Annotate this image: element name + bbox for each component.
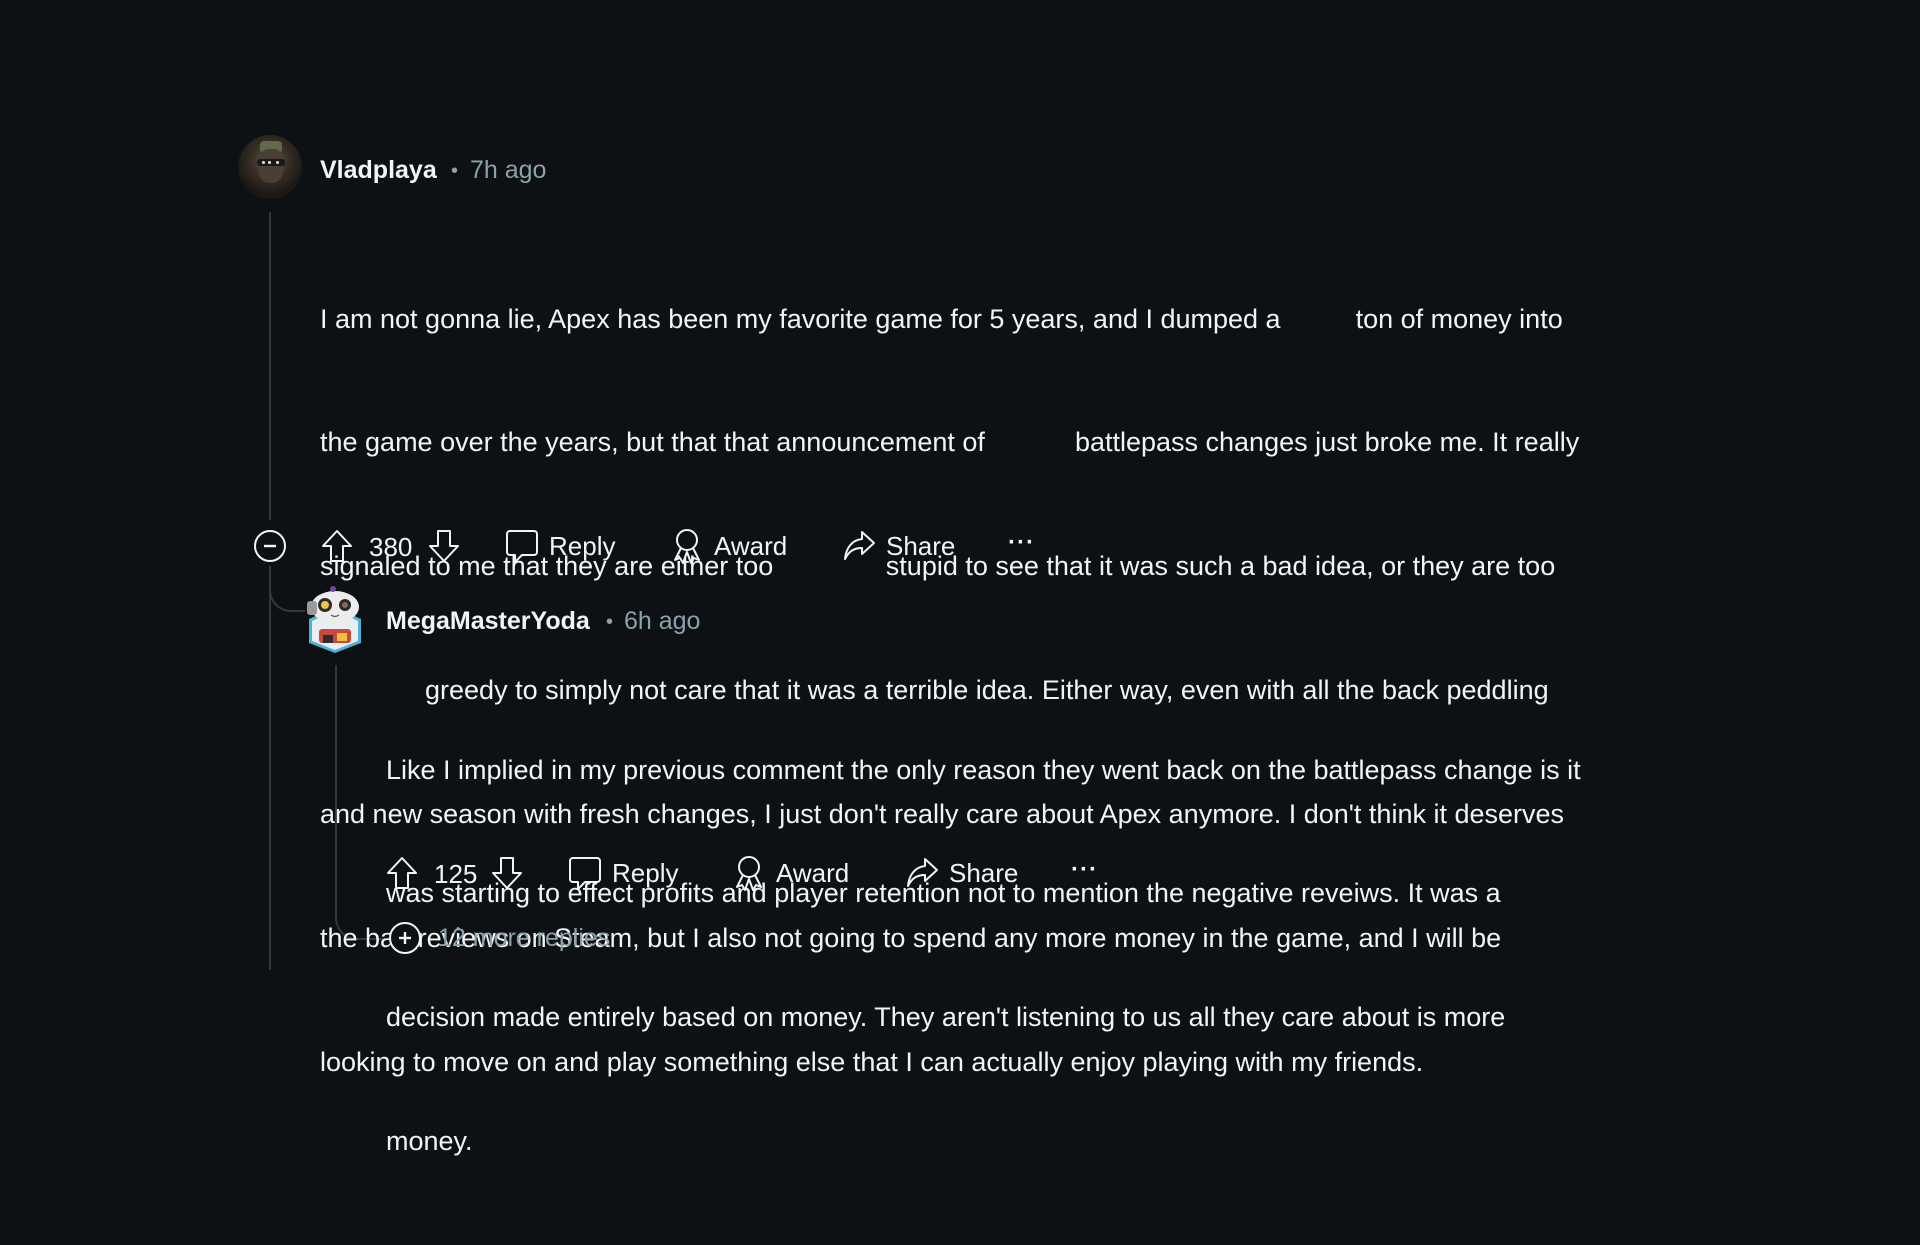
minus-circle-icon (254, 530, 286, 562)
comment-body-line: I am not gonna lie, Apex has been my fav… (320, 303, 1563, 334)
award-button[interactable]: Award (670, 526, 787, 566)
award-label: Award (714, 530, 788, 561)
comment-body-line: the game over the years, but that that a… (320, 427, 1580, 458)
upvote-button[interactable] (320, 528, 354, 564)
user-avatar-icon[interactable] (238, 135, 302, 199)
reply-button[interactable]: Reply (505, 526, 615, 566)
downvote-arrow-icon (492, 857, 522, 889)
comment-body-line: Like I implied in my previous comment th… (386, 754, 1581, 785)
award-label: Award (776, 857, 850, 888)
share-arrow-icon (907, 858, 938, 887)
share-button[interactable]: Share (905, 853, 1018, 893)
expand-replies-button[interactable] (388, 921, 422, 955)
meta-separator: • (606, 611, 614, 633)
award-button[interactable]: Award (732, 853, 849, 893)
downvote-button[interactable] (490, 855, 524, 891)
upvote-arrow-icon (387, 857, 417, 889)
reply-bubble-icon (569, 857, 601, 890)
share-label: Share (886, 530, 956, 561)
thread-line-main[interactable] (269, 212, 271, 520)
reply-button[interactable]: Reply (568, 853, 678, 893)
comment-timestamp[interactable]: 6h ago (624, 607, 700, 636)
plus-circle-icon (389, 922, 421, 954)
reply-bubble-icon (506, 530, 538, 563)
comment-author[interactable]: Vladplaya (320, 156, 437, 185)
meta-separator: • (451, 160, 459, 182)
award-icon (674, 529, 700, 564)
comment-timestamp[interactable]: 7h ago (470, 156, 546, 185)
vote-count: 125 (434, 859, 478, 889)
comment-body-line: money. (386, 1126, 473, 1157)
more-options-button[interactable]: ··· (1071, 856, 1098, 884)
more-replies-link[interactable]: 12 more replies (438, 924, 610, 953)
share-arrow-icon (844, 531, 875, 560)
share-button[interactable]: Share (842, 526, 955, 566)
collapse-button[interactable] (253, 529, 287, 563)
thread-connector-reply (269, 566, 305, 612)
upvote-button[interactable] (385, 855, 419, 891)
downvote-arrow-icon (429, 530, 459, 562)
reply-label: Reply (549, 530, 616, 561)
share-label: Share (949, 857, 1019, 888)
thread-line-main-lower[interactable] (269, 568, 271, 970)
more-options-button[interactable]: ··· (1008, 529, 1035, 557)
comment-body-line: decision made entirely based on money. T… (386, 1002, 1506, 1033)
upvote-arrow-icon (322, 530, 352, 562)
vote-count: 380 (369, 532, 413, 562)
comment-body: Like I implied in my previous comment th… (386, 667, 1581, 1245)
award-icon (736, 856, 762, 891)
snoo-avatar-icon[interactable] (303, 585, 367, 653)
reply-label: Reply (612, 857, 679, 888)
comment-author[interactable]: MegaMasterYoda (386, 607, 590, 636)
downvote-button[interactable] (427, 528, 461, 564)
